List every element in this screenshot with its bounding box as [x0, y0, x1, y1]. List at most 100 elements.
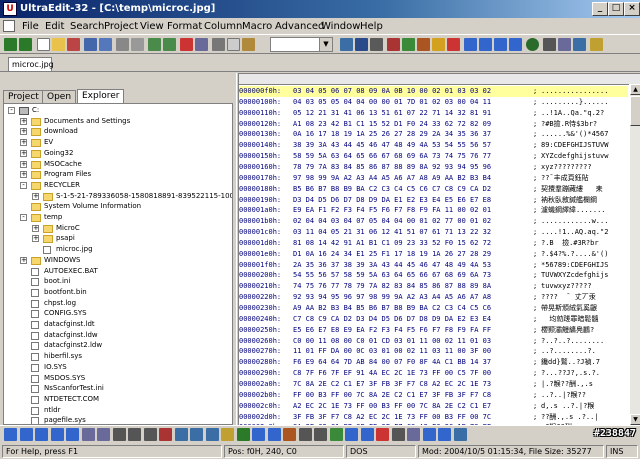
- close-file-icon[interactable]: [67, 38, 80, 51]
- hex-row[interactable]: 00000280h: F6 E9 64 64 7D AB 84 00 07 F0 …: [239, 357, 628, 368]
- uncomment-icon[interactable]: [128, 428, 141, 441]
- hex-row[interactable]: 00000270h: 11 01 FF DA 00 0C 03 01 00 02 …: [239, 346, 628, 357]
- file-tree-icon[interactable]: [573, 38, 586, 51]
- expand-icon[interactable]: +: [20, 160, 27, 168]
- menu-macro[interactable]: Macro: [242, 20, 272, 33]
- anchor-icon[interactable]: [221, 428, 234, 441]
- hex-row[interactable]: 00000230h: A9 AA B2 B3 B4 B5 B6 B7 B8 B9 …: [239, 303, 628, 314]
- cut-icon[interactable]: [212, 38, 225, 51]
- tree-node[interactable]: AUTOEXEC.BAT: [4, 266, 232, 277]
- minimize-button[interactable]: _: [592, 2, 608, 16]
- menu-help[interactable]: Help: [360, 20, 383, 33]
- hex-row[interactable]: 00000250h: E5 E6 E7 E8 E9 EA F2 F3 F4 F5 …: [239, 325, 628, 336]
- menu-advanced[interactable]: Advanced: [275, 20, 324, 33]
- sort-icon[interactable]: [190, 428, 203, 441]
- back-arrow-icon[interactable]: [4, 38, 17, 51]
- tree-node[interactable]: + Going32: [4, 148, 232, 159]
- scroll-thumb[interactable]: [630, 96, 640, 126]
- save-all-icon[interactable]: [99, 38, 112, 51]
- save-icon[interactable]: [84, 38, 97, 51]
- run-tool-icon[interactable]: [417, 38, 430, 51]
- hex-row[interactable]: 00000210h: 74 75 76 77 78 79 7A 82 83 84 …: [239, 281, 628, 292]
- tree-node[interactable]: + WINDOWS: [4, 255, 232, 266]
- split-icon[interactable]: [345, 428, 358, 441]
- maximize-button[interactable]: □: [608, 2, 624, 16]
- hex-row[interactable]: 000001f0h: 2A 35 36 37 38 39 3A 43 44 45 …: [239, 260, 628, 271]
- menu-edit[interactable]: Edit: [45, 20, 64, 33]
- tree-node[interactable]: pagefile.sys: [4, 415, 232, 424]
- forward-arrow-icon[interactable]: [19, 38, 32, 51]
- menu-column[interactable]: Column: [204, 20, 242, 33]
- expand-icon[interactable]: +: [20, 128, 27, 136]
- menu-format[interactable]: Format: [167, 20, 202, 33]
- tree-node[interactable]: datacfginst.ldw: [4, 330, 232, 341]
- align-center-icon[interactable]: [66, 428, 79, 441]
- expand-icon[interactable]: +: [20, 139, 27, 147]
- tree-node[interactable]: IO.SYS: [4, 362, 232, 373]
- menu-file[interactable]: File: [22, 20, 39, 33]
- hex-row[interactable]: 00000100h: 04 03 05 05 04 04 00 00 01 7D …: [239, 97, 628, 108]
- tab-project[interactable]: Project: [3, 90, 44, 103]
- paste-icon[interactable]: [242, 38, 255, 51]
- macro-play-icon[interactable]: [314, 428, 327, 441]
- expand-icon[interactable]: +: [20, 171, 27, 179]
- output-window-icon[interactable]: [543, 38, 556, 51]
- vertical-scrollbar[interactable]: ▲ ▼: [629, 84, 640, 425]
- hex-row[interactable]: 000002c0h: A2 EC 2C 1E 73 FF 00 B3 FF 00 …: [239, 401, 628, 412]
- settings-icon[interactable]: [453, 428, 467, 441]
- hex-row[interactable]: 000001a0h: E9 EA F1 F2 F3 F4 F5 F6 F7 F8 …: [239, 205, 628, 216]
- chevron-down-icon[interactable]: ▼: [319, 38, 332, 51]
- macro-record-icon[interactable]: [298, 428, 312, 441]
- hex-row[interactable]: 000001b0h: 02 04 04 03 04 07 05 04 04 00 …: [239, 216, 628, 227]
- hex-editor[interactable]: 000000f0h: 03 04 05 06 07 08 09 0A 0B 10 …: [239, 73, 640, 425]
- hex-row[interactable]: 00000220h: 92 93 94 95 96 97 98 99 9A A2 …: [239, 292, 628, 303]
- hex-row[interactable]: 000001c0h: 03 11 04 05 21 31 06 12 41 51 …: [239, 227, 628, 238]
- tab-open[interactable]: Open: [42, 90, 77, 103]
- delete-icon[interactable]: [376, 428, 389, 441]
- uppercase-icon[interactable]: [143, 428, 157, 441]
- tree-node[interactable]: + psapi: [4, 233, 232, 244]
- hex-row[interactable]: 00000260h: C0 00 11 08 00 C0 01 CD 03 01 …: [239, 336, 628, 347]
- tile-vertical-icon[interactable]: [479, 38, 492, 51]
- tree-node[interactable]: + Program Files: [4, 169, 232, 180]
- cascade-icon[interactable]: [494, 38, 507, 51]
- hex-row[interactable]: 000002a0h: 7C 8A 2E C2 C1 E7 3F FB 3F F7 …: [239, 379, 628, 390]
- redo-icon[interactable]: [163, 38, 176, 51]
- hex-row[interactable]: 00000140h: 38 39 3A 43 44 45 46 47 48 49 …: [239, 140, 628, 151]
- toggle-case-icon[interactable]: [174, 428, 188, 441]
- tree-node[interactable]: - RECYCLER: [4, 180, 232, 191]
- indent-icon[interactable]: [81, 428, 95, 441]
- scroll-up-icon[interactable]: ▲: [630, 84, 640, 95]
- tree-node[interactable]: datacfginst2.ldw: [4, 340, 232, 351]
- copy-icon[interactable]: [227, 38, 240, 51]
- ftp-icon[interactable]: [402, 38, 415, 51]
- next-window-icon[interactable]: [509, 38, 522, 51]
- expand-icon[interactable]: +: [32, 235, 39, 243]
- scroll-down-icon[interactable]: ▼: [630, 414, 640, 425]
- column-mode-icon[interactable]: [370, 38, 383, 51]
- bookmark-next-icon[interactable]: [236, 428, 250, 441]
- insert-icon[interactable]: [391, 428, 405, 441]
- hex-row[interactable]: 00000150h: 58 59 5A 63 64 65 66 67 68 69 …: [239, 151, 628, 162]
- hex-row[interactable]: 00000290h: C8 7F F6 7F EF 91 4A EC 2C 1E …: [239, 368, 628, 379]
- tree-node[interactable]: + download: [4, 126, 232, 137]
- word-wrap-icon[interactable]: [340, 38, 353, 51]
- menu-window[interactable]: Window: [321, 20, 360, 33]
- hex-row[interactable]: 00000180h: B5 B6 B7 B8 B9 BA C2 C3 C4 C5 …: [239, 184, 628, 195]
- toolbar-combo-box[interactable]: ▼: [270, 37, 333, 52]
- hex-row[interactable]: 00000130h: 0A 16 17 18 19 1A 25 26 27 28 …: [239, 129, 628, 140]
- tab-explorer[interactable]: Explorer: [77, 89, 125, 104]
- menu-view[interactable]: View: [140, 20, 164, 33]
- hex-row[interactable]: 00000200h: 54 55 56 57 58 59 5A 63 64 65 …: [239, 270, 628, 281]
- collapse-icon[interactable]: -: [8, 107, 15, 114]
- hex-row[interactable]: 000002b0h: FF 00 B3 FF 00 7C 8A 2E C2 C1 …: [239, 390, 628, 401]
- expand-icon[interactable]: +: [20, 149, 27, 157]
- open-folder-icon[interactable]: [52, 38, 65, 51]
- hex-row[interactable]: 000002d0h: 3F FB 3F F7 C8 A2 EC 2C 1E 73 …: [239, 412, 628, 423]
- align-left-icon[interactable]: [50, 428, 64, 441]
- hex-row[interactable]: 00000120h: A1 08 23 42 B1 C1 15 52 D1 F0 …: [239, 119, 628, 130]
- column-select-icon[interactable]: [407, 428, 420, 441]
- tree-node[interactable]: - C:: [4, 105, 232, 116]
- unfold-icon[interactable]: [283, 428, 296, 441]
- tree-node[interactable]: + S-1-5-21-789336058-1580818891-839522115…: [4, 191, 232, 202]
